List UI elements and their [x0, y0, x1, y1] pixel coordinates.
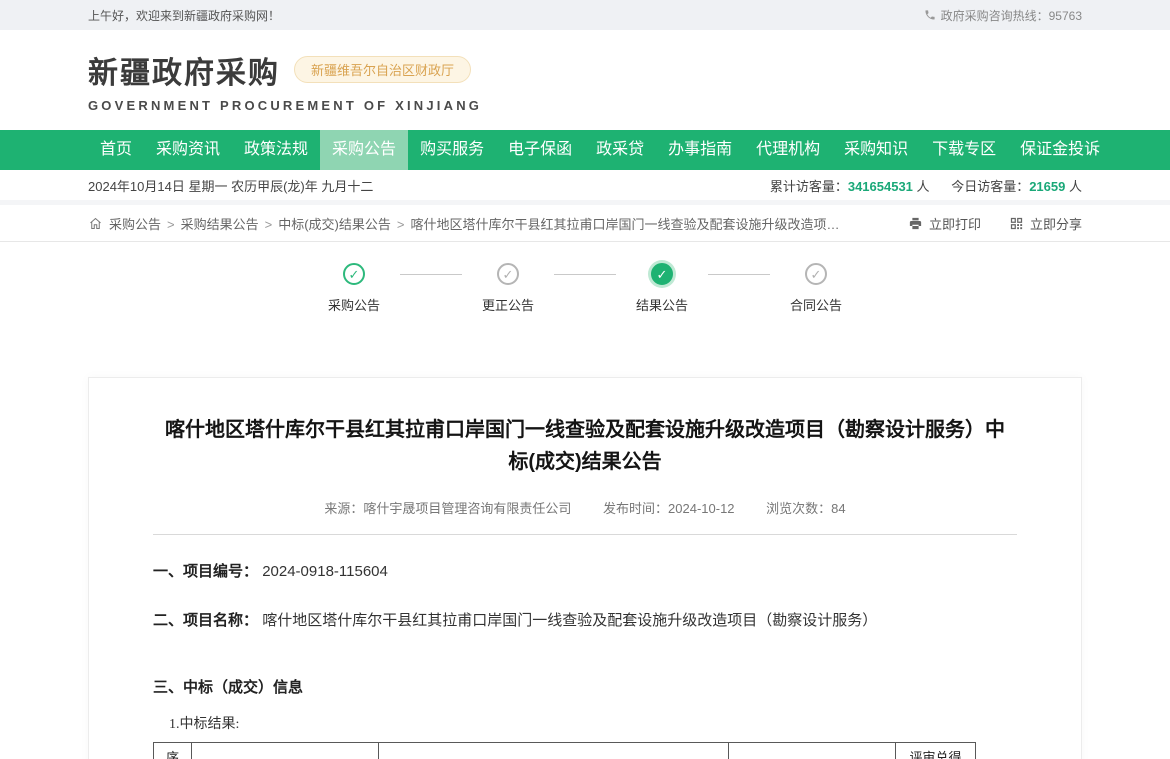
today-visitors-unit: 人 [1069, 179, 1082, 194]
notice-progress-steps: ✓ 采购公告 ✓ 更正公告 ✓ 结果公告 ✓ 合同公告 [0, 263, 1170, 314]
step-contract-notice[interactable]: ✓ 合同公告 [784, 263, 848, 314]
nav-item-knowledge[interactable]: 采购知识 [832, 130, 920, 170]
source-label: 来源： [324, 501, 363, 516]
project-number-value: 2024-0918-115604 [262, 563, 388, 580]
total-visitors-label: 累计访客量： [770, 179, 848, 194]
breadcrumb-item-result-notices[interactable]: 采购结果公告 [181, 214, 273, 233]
main-nav: 首页 采购资讯 政策法规 采购公告 购买服务 电子保函 政采贷 办事指南 代理机… [0, 130, 1170, 170]
breadcrumb: 采购公告 采购结果公告 中标(成交)结果公告 喀什地区塔什库尔干县红其拉甫口岸国… [88, 214, 840, 233]
project-number-field: 一、项目编号： 2024-0918-115604 [153, 561, 1017, 584]
source-value: 喀什宇晟项目管理咨询有限责任公司 [363, 501, 571, 516]
print-button[interactable]: 立即打印 [908, 214, 981, 233]
step-label: 合同公告 [790, 295, 842, 314]
step-label: 更正公告 [482, 295, 534, 314]
publish-value: 2024-10-12 [668, 501, 735, 516]
greeting-text: 上午好，欢迎来到新疆政府采购网！ [88, 7, 280, 24]
visitor-stats: 累计访客量：341654531 人 今日访客量：21659 人 [770, 176, 1082, 195]
today-visitors-value: 21659 [1029, 179, 1065, 194]
step-label: 结果公告 [636, 295, 688, 314]
site-name: 新疆政府采购 [88, 48, 280, 92]
print-label: 立即打印 [929, 214, 981, 233]
views-value: 84 [831, 501, 845, 516]
nav-item-purchase-services[interactable]: 购买服务 [408, 130, 496, 170]
printer-icon [908, 216, 923, 231]
breadcrumb-item-award-result[interactable]: 中标(成交)结果公告 [278, 214, 404, 233]
project-name-label: 二、项目名称： [153, 612, 258, 629]
award-result-label: 1.中标结果: [169, 713, 1017, 733]
step-connector [400, 274, 462, 275]
step-connector [708, 274, 770, 275]
nav-item-policies[interactable]: 政策法规 [232, 130, 320, 170]
title-divider [153, 534, 1017, 535]
col-header-index: 序号 [154, 743, 192, 759]
project-name-value: 喀什地区塔什库尔干县红其拉甫口岸国门一线查验及配套设施升级改造项目（勘察设计服务… [262, 612, 877, 629]
check-icon: ✓ [651, 263, 673, 285]
col-header-supplier-address: 供应商地址 [379, 743, 729, 759]
article-title: 喀什地区塔什库尔干县红其拉甫口岸国门一线查验及配套设施升级改造项目（勘察设计服务… [162, 414, 1008, 478]
col-header-score: 评审总得分 [896, 743, 976, 759]
phone-icon [924, 9, 936, 21]
step-label: 采购公告 [328, 295, 380, 314]
views-label: 浏览次数： [766, 501, 831, 516]
article-card: 喀什地区塔什库尔干县红其拉甫口岸国门一线查验及配套设施升级改造项目（勘察设计服务… [88, 377, 1082, 759]
step-result-notice[interactable]: ✓ 结果公告 [630, 263, 694, 314]
col-header-supplier-name: 供应商名称 [192, 743, 379, 759]
nav-item-agencies[interactable]: 代理机构 [744, 130, 832, 170]
step-connector [554, 274, 616, 275]
share-label: 立即分享 [1030, 214, 1082, 233]
breadcrumb-item-current: 喀什地区塔什库尔干县红其拉甫口岸国门一线查验及配套设施升级改造项目（勘察设计服务… [410, 214, 840, 233]
hotline: 政府采购咨询热线：95763 [924, 7, 1082, 24]
nav-item-guide[interactable]: 办事指南 [656, 130, 744, 170]
today-visitors-label: 今日访客量： [951, 179, 1029, 194]
home-icon[interactable] [88, 216, 103, 231]
breadcrumb-bar: 采购公告 采购结果公告 中标(成交)结果公告 喀什地区塔什库尔干县红其拉甫口岸国… [0, 205, 1170, 242]
step-correction-notice[interactable]: ✓ 更正公告 [476, 263, 540, 314]
authority-badge: 新疆维吾尔自治区财政厅 [294, 56, 471, 83]
col-header-award-amount: 中标（成交）金额 [729, 743, 896, 759]
share-button[interactable]: 立即分享 [1009, 214, 1082, 233]
award-info-heading: 三、中标（成交）信息 [153, 676, 1017, 697]
award-result-table: 序号 供应商名称 供应商地址 中标（成交）金额 评审总得分 1 永忠工程管理（集… [153, 742, 976, 759]
publish-label: 发布时间： [603, 501, 668, 516]
nav-item-e-guarantee[interactable]: 电子保函 [496, 130, 584, 170]
project-number-label: 一、项目编号： [153, 563, 258, 580]
total-visitors-unit: 人 [917, 179, 930, 194]
date-text: 2024年10月14日 星期一 农历甲辰(龙)年 九月十二 [88, 176, 373, 195]
table-header-row: 序号 供应商名称 供应商地址 中标（成交）金额 评审总得分 [154, 743, 976, 759]
check-icon: ✓ [497, 263, 519, 285]
total-visitors-value: 341654531 [848, 179, 913, 194]
nav-item-procurement-notices[interactable]: 采购公告 [320, 130, 408, 170]
top-bar: 上午好，欢迎来到新疆政府采购网！ 政府采购咨询热线：95763 [0, 0, 1170, 30]
info-bar: 2024年10月14日 星期一 农历甲辰(龙)年 九月十二 累计访客量：3416… [0, 170, 1170, 200]
hotline-text: 政府采购咨询热线：95763 [941, 7, 1082, 24]
nav-item-deposit-complaint[interactable]: 保证金投诉 [1008, 130, 1112, 170]
nav-item-gov-loan[interactable]: 政采贷 [584, 130, 656, 170]
step-procurement-notice[interactable]: ✓ 采购公告 [322, 263, 386, 314]
site-header: 新疆政府采购 新疆维吾尔自治区财政厅 GOVERNMENT PROCUREMEN… [0, 30, 1170, 130]
qr-share-icon [1009, 216, 1024, 231]
nav-item-downloads[interactable]: 下载专区 [920, 130, 1008, 170]
nav-item-home[interactable]: 首页 [88, 130, 144, 170]
check-icon: ✓ [805, 263, 827, 285]
breadcrumb-item-notices[interactable]: 采购公告 [109, 214, 175, 233]
site-name-en: GOVERNMENT PROCUREMENT OF XINJIANG [88, 98, 482, 113]
project-name-field: 二、项目名称： 喀什地区塔什库尔干县红其拉甫口岸国门一线查验及配套设施升级改造项… [153, 610, 1017, 633]
check-icon: ✓ [343, 263, 365, 285]
article-meta: 来源：喀什宇晟项目管理咨询有限责任公司 发布时间：2024-10-12 浏览次数… [153, 498, 1017, 517]
nav-item-procurement-news[interactable]: 采购资讯 [144, 130, 232, 170]
site-logo[interactable]: 新疆政府采购 新疆维吾尔自治区财政厅 GOVERNMENT PROCUREMEN… [88, 48, 482, 113]
